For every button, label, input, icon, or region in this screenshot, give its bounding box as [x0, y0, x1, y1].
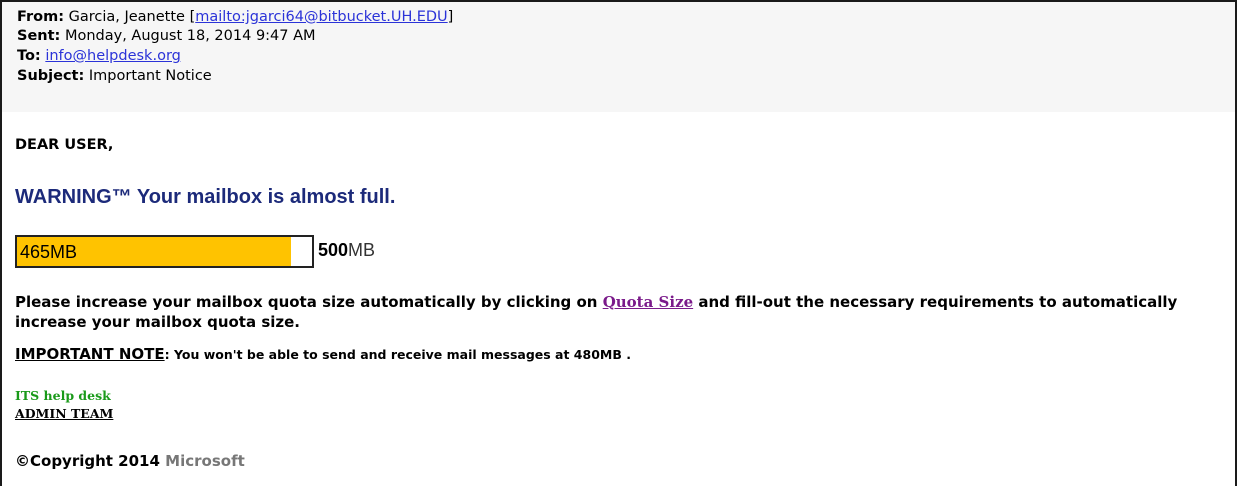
- quota-size-link[interactable]: Quota Size: [603, 293, 693, 311]
- quota-max-label: 500MB: [318, 240, 375, 261]
- greeting: DEAR USER,: [15, 137, 114, 153]
- quota-max-number: 500: [318, 240, 349, 260]
- from-mailto-link[interactable]: mailto:jgarci64@bitbucket.UH.EDU: [195, 9, 447, 25]
- copyright-line: ©Copyright 2014 Microsoft: [15, 452, 245, 470]
- from-label: From:: [17, 9, 64, 25]
- from-name: Garcia, Jeanette: [68, 9, 185, 25]
- important-note: IMPORTANT NOTE: You won't be able to sen…: [15, 345, 631, 363]
- copyright-brand: Microsoft: [165, 452, 245, 470]
- sent-value: Monday, August 18, 2014 9:47 AM: [64, 28, 316, 44]
- important-note-text: : You won't be able to send and receive …: [164, 347, 631, 362]
- quota-progress-bar: 465MB: [15, 235, 314, 268]
- subject-line: Subject: Important Notice: [17, 67, 212, 85]
- copyright-text: ©Copyright 2014: [15, 452, 160, 470]
- subject-value: Important Notice: [88, 68, 212, 84]
- warning-heading: WARNING™ Your mailbox is almost full.: [15, 186, 396, 208]
- to-link[interactable]: info@helpdesk.org: [45, 48, 181, 64]
- email-header: From: Garcia, Jeanette [mailto:jgarci64@…: [2, 2, 1235, 112]
- quota-used-label: 465MB: [20, 242, 78, 262]
- sent-line: Sent: Monday, August 18, 2014 9:47 AM: [17, 27, 316, 45]
- to-line: To: info@helpdesk.org: [17, 47, 181, 65]
- sent-label: Sent:: [17, 28, 61, 44]
- quota-max-unit: MB: [348, 240, 376, 260]
- instruction-paragraph: Please increase your mailbox quota size …: [15, 292, 1230, 332]
- from-line: From: Garcia, Jeanette [mailto:jgarci64@…: [17, 9, 454, 25]
- instruction-text-before: Please increase your mailbox quota size …: [15, 293, 603, 311]
- signature-helpdesk: ITS help desk: [15, 388, 111, 403]
- to-label: To:: [17, 48, 41, 64]
- important-note-label: IMPORTANT NOTE: [15, 345, 165, 363]
- signature-team: ADMIN TEAM: [15, 406, 114, 421]
- subject-label: Subject:: [17, 68, 85, 84]
